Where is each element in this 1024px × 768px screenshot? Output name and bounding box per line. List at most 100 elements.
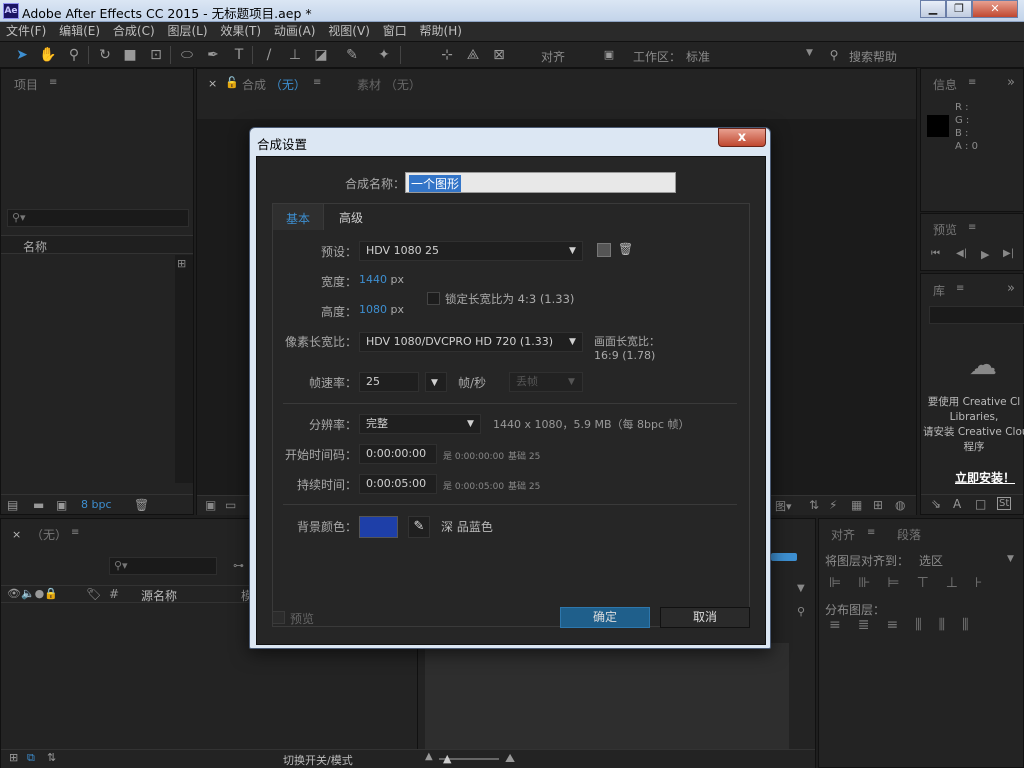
restore-button[interactable]: ❐ (946, 0, 972, 18)
start-timecode-input[interactable]: 0:00:00:00 (359, 444, 437, 464)
clone-stamp-tool-icon[interactable]: ⊥ (286, 46, 304, 64)
work-area-bar[interactable] (771, 553, 797, 561)
menu-edit[interactable]: 编辑(E) (56, 22, 103, 41)
menu-animation[interactable]: 动画(A) (271, 22, 319, 41)
expand-panels-icon[interactable]: » (1007, 75, 1015, 90)
comp-mini-flowchart-icon[interactable]: ⊶ (233, 559, 244, 572)
in-out-icon[interactable]: ⇅ (47, 751, 56, 764)
trash-icon[interactable]: 🗑 (134, 498, 149, 512)
preset-select[interactable]: HDV 1080 25 ▼ (359, 241, 583, 261)
bpc-toggle[interactable]: 8 bpc (81, 498, 112, 511)
distribute-buttons[interactable]: ≡≣≡⫼⫼⫼ (829, 617, 986, 633)
cancel-button[interactable]: 取消 (660, 607, 750, 628)
local-axis-icon[interactable]: ⊹ (438, 46, 456, 64)
preview-checkbox[interactable] (272, 611, 285, 624)
menu-help[interactable]: 帮助(H) (417, 22, 465, 41)
eraser-tool-icon[interactable]: ◪ (312, 46, 330, 64)
type-tool-icon[interactable]: T (230, 46, 248, 64)
library-tab[interactable]: 库 (933, 282, 945, 299)
interpret-footage-icon[interactable]: ▤ (7, 498, 18, 512)
window-close-button[interactable]: ✕ (972, 0, 1018, 18)
roto-brush-tool-icon[interactable]: ✎ (343, 46, 361, 64)
puppet-pin-tool-icon[interactable]: ✦ (375, 46, 393, 64)
timeline-track-area[interactable] (425, 643, 789, 749)
pixel-aspect-select[interactable]: HDV 1080/DVCPRO HD 720 (1.33) ▼ (359, 332, 583, 352)
comp-name-input[interactable]: 一个图形 (405, 172, 676, 193)
view-axis-icon[interactable]: ⊠ (490, 46, 508, 64)
menu-view[interactable]: 视图(V) (325, 22, 373, 41)
folder-icon[interactable]: ▬ (33, 498, 44, 512)
monitor-icon[interactable]: ▭ (225, 498, 236, 512)
dialog-close-button[interactable]: x (718, 128, 766, 147)
width-field[interactable]: 1440 px (359, 273, 404, 286)
hand-tool-icon[interactable]: ✋ (39, 46, 57, 64)
expand-panels-icon[interactable]: » (1007, 281, 1015, 296)
label-icon[interactable]: 🏷 (86, 587, 101, 601)
close-icon[interactable]: × (208, 77, 217, 90)
lock-aspect-checkbox[interactable] (427, 292, 440, 305)
library-select[interactable] (929, 306, 1024, 324)
footage-tab[interactable]: 素材 （无） (357, 76, 421, 93)
add-graphic-icon[interactable]: □ (975, 497, 986, 511)
column-name[interactable]: 名称 (23, 238, 47, 255)
comp-marker-icon[interactable]: ⚲ (797, 605, 805, 618)
selection-tool-icon[interactable]: ➤ (13, 46, 31, 64)
ok-button[interactable]: 确定 (560, 607, 650, 628)
lock-icon[interactable]: 🔓 (225, 76, 239, 89)
first-frame-icon[interactable]: ⏮ (931, 248, 940, 259)
align-menu-icon[interactable]: ≡ (867, 527, 875, 538)
toggle-switches-modes[interactable]: 切换开关/模式 (283, 752, 353, 768)
camera-tool-icon[interactable]: ■ (121, 46, 139, 64)
add-content-icon[interactable]: ⇘ (931, 497, 941, 511)
transfer-controls-icon[interactable]: ⧉ (27, 751, 35, 765)
frame-rate-input[interactable]: 25 (359, 372, 419, 392)
align-buttons[interactable]: ⊫⊪⊨⊤⊥⊦ (829, 575, 999, 591)
play-icon[interactable]: ▶ (981, 248, 989, 261)
fast-preview-icon[interactable]: ⚡ (829, 498, 837, 512)
minimize-button[interactable]: ▁ (920, 0, 946, 18)
zoom-out-icon[interactable]: ▲ (425, 751, 433, 762)
background-color-swatch[interactable] (359, 516, 398, 538)
ellipse-tool-icon[interactable]: ⬭ (178, 46, 196, 64)
snapshot-icon[interactable]: ▣ (205, 498, 216, 512)
search-help-input[interactable]: 搜索帮助 (849, 48, 897, 65)
timeline-search-input[interactable]: ⚲▾ (109, 557, 217, 575)
duration-input[interactable]: 0:00:05:00 (359, 474, 437, 494)
timeline-tab[interactable]: （无） (31, 526, 67, 543)
preview-menu-icon[interactable]: ≡ (968, 222, 976, 233)
frame-rate-dropdown[interactable]: ▼ (425, 372, 447, 392)
align-to-select[interactable]: 选区 (919, 552, 943, 569)
zoom-slider-handle[interactable]: ▲ (443, 752, 451, 765)
menu-composition[interactable]: 合成(C) (110, 22, 158, 41)
add-text-icon[interactable]: A (953, 497, 961, 511)
world-axis-icon[interactable]: ⟁ (464, 46, 482, 64)
layer-switches-icon[interactable]: ⊞ (9, 751, 18, 764)
tab-advanced[interactable]: 高级 (339, 209, 363, 226)
column-source-name[interactable]: 源名称 (141, 587, 177, 604)
library-menu-icon[interactable]: ≡ (956, 283, 964, 294)
view-options-icon[interactable]: 图▾ (775, 498, 792, 514)
info-menu-icon[interactable]: ≡ (968, 77, 976, 88)
preview-tab[interactable]: 预览 (933, 221, 957, 238)
menu-layer[interactable]: 图层(L) (164, 22, 210, 41)
save-preset-icon[interactable] (597, 243, 611, 257)
menu-file[interactable]: 文件(F) (3, 22, 49, 41)
zoom-in-icon[interactable]: ⛰ (505, 751, 515, 766)
eyedropper-icon[interactable]: ✎ (408, 516, 430, 538)
brush-tool-icon[interactable]: / (260, 46, 278, 64)
install-now-link[interactable]: 立即安装！ (955, 469, 1015, 486)
project-menu-icon[interactable]: ≡ (49, 77, 57, 88)
comp-button-icon[interactable]: ▼ (797, 583, 805, 594)
resolution-select[interactable]: 完整 ▼ (359, 414, 481, 434)
prev-frame-icon[interactable]: ◀| (956, 248, 967, 259)
align-tab[interactable]: 对齐 (831, 526, 855, 543)
menu-effect[interactable]: 效果(T) (217, 22, 264, 41)
reset-exposure-icon[interactable]: ◍ (895, 498, 905, 512)
composition-menu-icon[interactable]: ≡ (313, 77, 321, 88)
workspace-select[interactable]: 标准 ▼ (686, 48, 816, 65)
paragraph-tab[interactable]: 段落 (897, 526, 921, 543)
project-scrollbar[interactable]: ⊞ (175, 255, 193, 483)
height-field[interactable]: 1080 px (359, 303, 404, 316)
project-search-input[interactable]: ⚲▾ (7, 209, 189, 227)
menu-window[interactable]: 窗口 (380, 22, 410, 41)
